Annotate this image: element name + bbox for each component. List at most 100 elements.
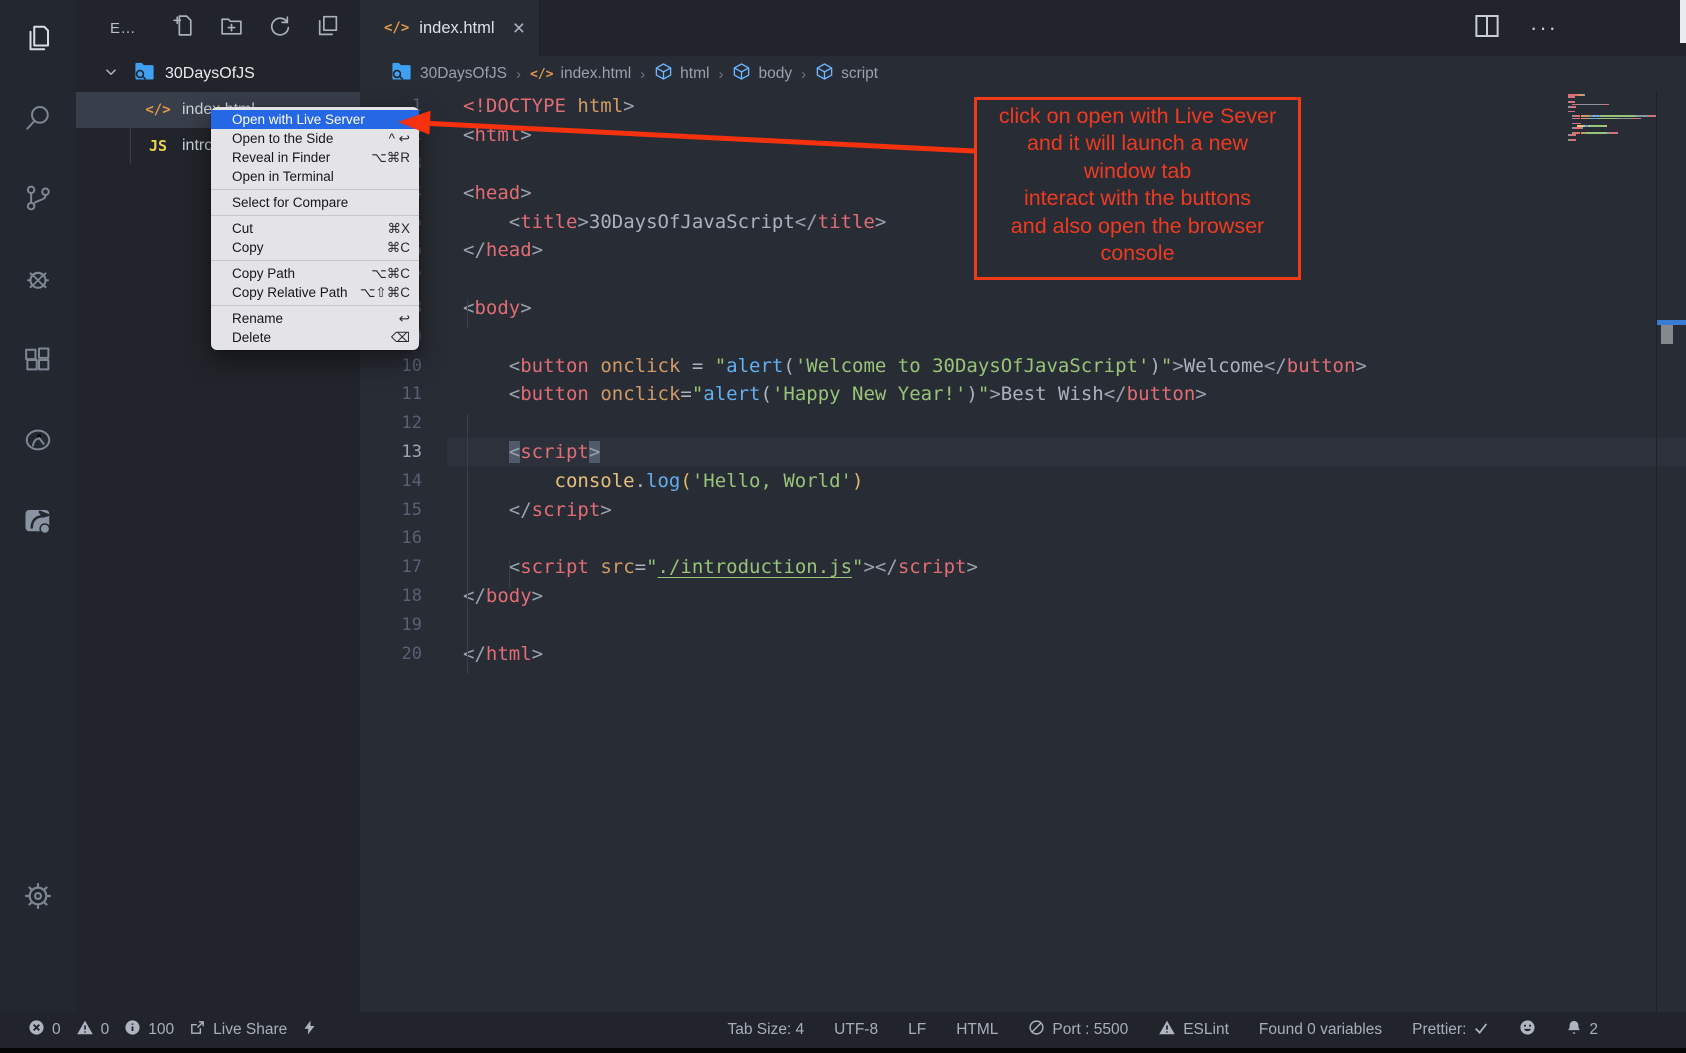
line-number: 16 [360, 528, 422, 548]
breadcrumb-item-index-html[interactable]: </>index.html [530, 65, 631, 83]
code-token [463, 355, 509, 377]
code-token: 'Welcome to 30DaysOfJavaScript' [795, 355, 1150, 377]
breadcrumb-separator: › [718, 66, 723, 83]
code-line: 8<body> [360, 294, 1686, 323]
status-item-prettier-[interactable]: Prettier: [1412, 1020, 1489, 1041]
activity-item-source-control[interactable] [14, 176, 62, 224]
code-token [589, 383, 600, 405]
code-line-content: </body> [422, 585, 543, 607]
code-token: button [520, 383, 589, 405]
code-token: body [486, 585, 532, 607]
status-item-smiley-icon[interactable] [1519, 1019, 1536, 1041]
more-actions-icon[interactable]: ··· [1530, 15, 1558, 41]
status-item-html[interactable]: HTML [956, 1021, 998, 1039]
line-number: 14 [360, 471, 422, 491]
error-circle-icon [28, 1019, 45, 1041]
code-line: 13 <script> [360, 438, 1686, 467]
minimap-token [1621, 118, 1631, 120]
status-item-found-0-variables[interactable]: Found 0 variables [1259, 1021, 1382, 1039]
status-item-100[interactable]: 100 [124, 1019, 174, 1041]
line-number: 12 [360, 413, 422, 433]
tab-bar: </> index.html × ··· [360, 0, 1686, 56]
indent-guide [509, 559, 510, 588]
refresh-icon[interactable] [267, 13, 292, 43]
code-token: title [818, 211, 875, 233]
activity-item-settings[interactable] [14, 874, 62, 922]
status-item-lightning-icon[interactable] [302, 1018, 317, 1042]
breadcrumb-label: 30DaysOfJS [420, 65, 507, 83]
breadcrumb-item-body[interactable]: body [732, 62, 792, 86]
breadcrumb-item-30DaysOfJS[interactable]: 30DaysOfJS [390, 60, 507, 88]
code-token: script [898, 556, 967, 578]
activity-item-search[interactable] [14, 96, 62, 144]
activity-item-run-debug[interactable] [14, 257, 62, 305]
menu-item-copy-path[interactable]: Copy Path⌥⌘C [211, 264, 419, 283]
lightning-icon [302, 1018, 317, 1042]
minimap-token [1608, 104, 1609, 106]
status-item-lf[interactable]: LF [908, 1021, 926, 1039]
status-item-0[interactable]: 0 [76, 1019, 110, 1041]
minimap-line [1568, 139, 1660, 141]
line-number: 11 [360, 384, 422, 404]
status-item-label: 0 [101, 1021, 110, 1039]
status-item-label: HTML [956, 1021, 998, 1039]
minimap-token [1575, 139, 1576, 141]
code-token: " [646, 556, 657, 578]
code-token: ) [966, 383, 977, 405]
activity-item-live-share[interactable] [14, 418, 62, 466]
breadcrumb-label: body [758, 65, 792, 83]
activity-item-explorer[interactable] [14, 16, 62, 64]
menu-item-reveal-in-finder[interactable]: Reveal in Finder⌥⌘R [211, 148, 419, 167]
code-token [463, 441, 509, 463]
warning-filled-icon [1158, 1019, 1176, 1041]
code-line: 19 [360, 610, 1686, 639]
code-token: body [474, 297, 520, 319]
menu-item-select-for-compare[interactable]: Select for Compare [211, 193, 419, 212]
breadcrumb-item-html[interactable]: html [654, 62, 709, 86]
status-item-label: ESLint [1183, 1021, 1229, 1039]
close-icon[interactable]: × [513, 18, 525, 39]
menu-item-open-with-live-server[interactable]: Open with Live Server [211, 110, 419, 129]
code-token: > [577, 211, 588, 233]
new-folder-icon[interactable] [219, 13, 244, 43]
code-line-content: <head> [422, 182, 532, 204]
code-token: > [532, 239, 543, 261]
status-item-port-5500[interactable]: Port : 5500 [1028, 1019, 1128, 1041]
tab-index-html[interactable]: </> index.html × [360, 0, 540, 56]
explorer-actions [171, 13, 340, 43]
minimap-token [1590, 125, 1606, 127]
menu-item-copy-relative-path[interactable]: Copy Relative Path⌥⇧⌘C [211, 283, 419, 302]
minimap-token [1574, 111, 1575, 113]
breadcrumb-separator: › [516, 66, 521, 83]
minimap[interactable] [1568, 94, 1660, 142]
activity-item-deploy[interactable] [14, 498, 62, 546]
breadcrumb-item-script[interactable]: script [815, 62, 878, 86]
scrollbar-thumb[interactable] [1661, 325, 1673, 344]
code-token: > [623, 95, 634, 117]
menu-item-shortcut: ⌥⌘C [371, 266, 410, 282]
menu-item-shortcut: ↩ [399, 311, 410, 327]
status-item-eslint[interactable]: ESLint [1158, 1019, 1229, 1041]
menu-item-rename[interactable]: Rename↩ [211, 309, 419, 328]
activity-item-extensions[interactable] [14, 338, 62, 386]
status-item-tab-size-4[interactable]: Tab Size: 4 [727, 1021, 804, 1039]
code-token: > [966, 556, 977, 578]
status-item-0[interactable]: 0 [28, 1019, 61, 1041]
open-editors-icon[interactable] [315, 13, 340, 43]
menu-item-open-in-terminal[interactable]: Open in Terminal [211, 167, 419, 186]
menu-item-delete[interactable]: Delete⌫ [211, 328, 419, 347]
menu-item-label: Copy Path [232, 266, 371, 281]
new-file-icon[interactable] [171, 13, 196, 43]
menu-item-cut[interactable]: Cut⌘X [211, 219, 419, 238]
symbol-cube-icon [815, 62, 834, 86]
code-token: button [1287, 355, 1356, 377]
editor-actions: ··· [1472, 0, 1558, 56]
explorer-title: E… [110, 20, 136, 37]
menu-item-open-to-the-side[interactable]: Open to the Side^ ↩ [211, 129, 419, 148]
tree-item-root-folder[interactable]: 30DaysOfJS [76, 56, 360, 92]
status-item-utf-8[interactable]: UTF-8 [834, 1021, 878, 1039]
split-editor-icon[interactable] [1472, 11, 1502, 46]
status-item-live-share[interactable]: Live Share [189, 1019, 287, 1041]
menu-item-copy[interactable]: Copy⌘C [211, 238, 419, 257]
status-item-2[interactable]: 2 [1566, 1019, 1598, 1041]
